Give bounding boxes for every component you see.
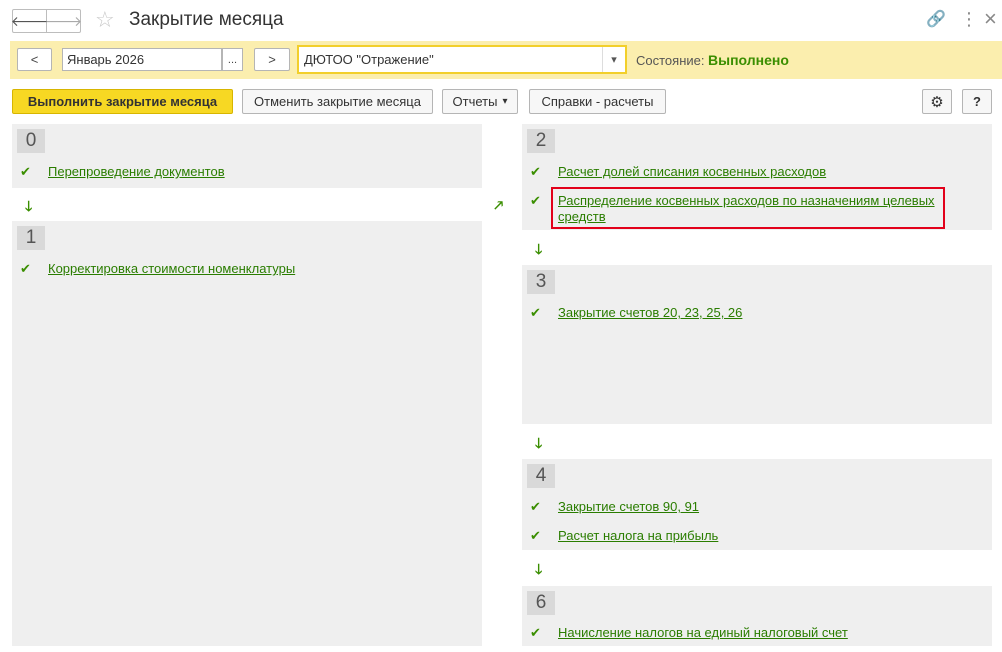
check-icon: ✔ bbox=[530, 625, 541, 640]
step-number: 4 bbox=[527, 464, 555, 488]
check-icon: ✔ bbox=[20, 261, 31, 276]
help-calc-button[interactable]: Справки - расчеты bbox=[529, 89, 666, 114]
arrow-down-icon: 🡓 bbox=[535, 561, 543, 577]
step-link[interactable]: Расчет долей списания косвенных расходов bbox=[558, 164, 826, 180]
step-item: ✔ Расчет налога на прибыль bbox=[530, 528, 718, 544]
reports-button[interactable]: Отчеты ▾ bbox=[442, 89, 518, 114]
arrow-right-icon: 🡒 bbox=[44, 12, 83, 29]
link-icon[interactable]: 🔗 bbox=[926, 9, 946, 29]
arrow-down-icon: 🡓 bbox=[535, 241, 543, 257]
step-link[interactable]: Закрытие счетов 90, 91 bbox=[558, 499, 699, 515]
period-select-button[interactable]: ... bbox=[222, 48, 243, 71]
period-value: Январь 2026 bbox=[67, 52, 145, 67]
step-link[interactable]: Закрытие счетов 20, 23, 25, 26 bbox=[558, 305, 742, 321]
check-icon: ✔ bbox=[530, 305, 541, 320]
step-link[interactable]: Расчет налога на прибыль bbox=[558, 528, 718, 544]
check-icon: ✔ bbox=[530, 164, 541, 179]
step-item: ✔ Расчет долей списания косвенных расход… bbox=[530, 164, 826, 180]
close-icon[interactable]: × bbox=[984, 6, 997, 32]
organization-value: ДЮТОО "Отражение" bbox=[304, 52, 434, 67]
step-block-4: 4 ✔ Закрытие счетов 90, 91 ✔ Расчет нало… bbox=[522, 459, 992, 550]
organization-field[interactable]: ДЮТОО "Отражение" ▾ bbox=[297, 45, 627, 74]
step-block-6: 6 ✔ Начисление налогов на единый налогов… bbox=[522, 586, 992, 646]
back-button[interactable]: 🡐 bbox=[10, 9, 49, 33]
favorite-star-icon[interactable]: ☆ bbox=[95, 9, 115, 31]
step-item: ✔ Закрытие счетов 90, 91 bbox=[530, 499, 699, 515]
chevron-down-icon: ▾ bbox=[502, 96, 508, 107]
arrow-down-icon: 🡓 bbox=[25, 198, 33, 214]
history-nav: 🡐 🡒 bbox=[10, 9, 83, 33]
state-value: Выполнено bbox=[708, 52, 789, 68]
arrow-left-icon: 🡐 bbox=[10, 12, 49, 29]
forward-button[interactable]: 🡒 bbox=[44, 9, 83, 33]
step-number: 1 bbox=[17, 226, 45, 250]
step-number: 6 bbox=[527, 591, 555, 615]
step-link-highlighted[interactable]: Распределение косвенных расходов по назн… bbox=[558, 193, 940, 225]
arrow-down-icon: 🡓 bbox=[535, 435, 543, 451]
arrow-diagonal-icon: 🡕 bbox=[494, 197, 504, 213]
step-item: ✔ Корректировка стоимости номенклатуры bbox=[20, 261, 295, 277]
execute-close-button[interactable]: Выполнить закрытие месяца bbox=[12, 89, 233, 114]
reports-label: Отчеты bbox=[452, 94, 498, 109]
check-icon: ✔ bbox=[530, 499, 541, 514]
step-link[interactable]: Начисление налогов на единый налоговый с… bbox=[558, 625, 848, 641]
settings-button[interactable]: ⚙ bbox=[922, 89, 952, 114]
help-button[interactable]: ? bbox=[962, 89, 992, 114]
step-number: 2 bbox=[527, 129, 555, 153]
organization-dropdown-icon[interactable]: ▾ bbox=[602, 47, 625, 72]
step-item: ✔ Перепроведение документов bbox=[20, 164, 225, 180]
prev-period-button[interactable]: < bbox=[17, 48, 52, 71]
step-number: 3 bbox=[527, 270, 555, 294]
check-icon: ✔ bbox=[530, 193, 541, 208]
step-block-3: 3 ✔ Закрытие счетов 20, 23, 25, 26 bbox=[522, 265, 992, 424]
page-title: Закрытие месяца bbox=[129, 9, 284, 30]
check-icon: ✔ bbox=[530, 528, 541, 543]
step-link[interactable]: Перепроведение документов bbox=[48, 164, 225, 180]
step-link[interactable]: Корректировка стоимости номенклатуры bbox=[48, 261, 295, 277]
gear-icon: ⚙ bbox=[930, 93, 944, 111]
state-label: Состояние: bbox=[636, 53, 705, 68]
next-period-button[interactable]: > bbox=[254, 48, 290, 71]
step-number: 0 bbox=[17, 129, 45, 153]
cancel-close-button[interactable]: Отменить закрытие месяца bbox=[242, 89, 433, 114]
step-item: ✔ Начисление налогов на единый налоговый… bbox=[530, 625, 848, 641]
more-icon[interactable]: ⋮ bbox=[960, 9, 978, 30]
check-icon: ✔ bbox=[20, 164, 31, 179]
period-field[interactable]: Январь 2026 bbox=[62, 48, 222, 71]
step-item: ✔ Закрытие счетов 20, 23, 25, 26 bbox=[530, 305, 742, 321]
step-block-1: 1 ✔ Корректировка стоимости номенклатуры bbox=[12, 221, 482, 646]
step-block-0: 0 ✔ Перепроведение документов bbox=[12, 124, 482, 188]
highlight-frame: Распределение косвенных расходов по назн… bbox=[551, 187, 945, 229]
step-item: ✔ bbox=[530, 193, 548, 209]
